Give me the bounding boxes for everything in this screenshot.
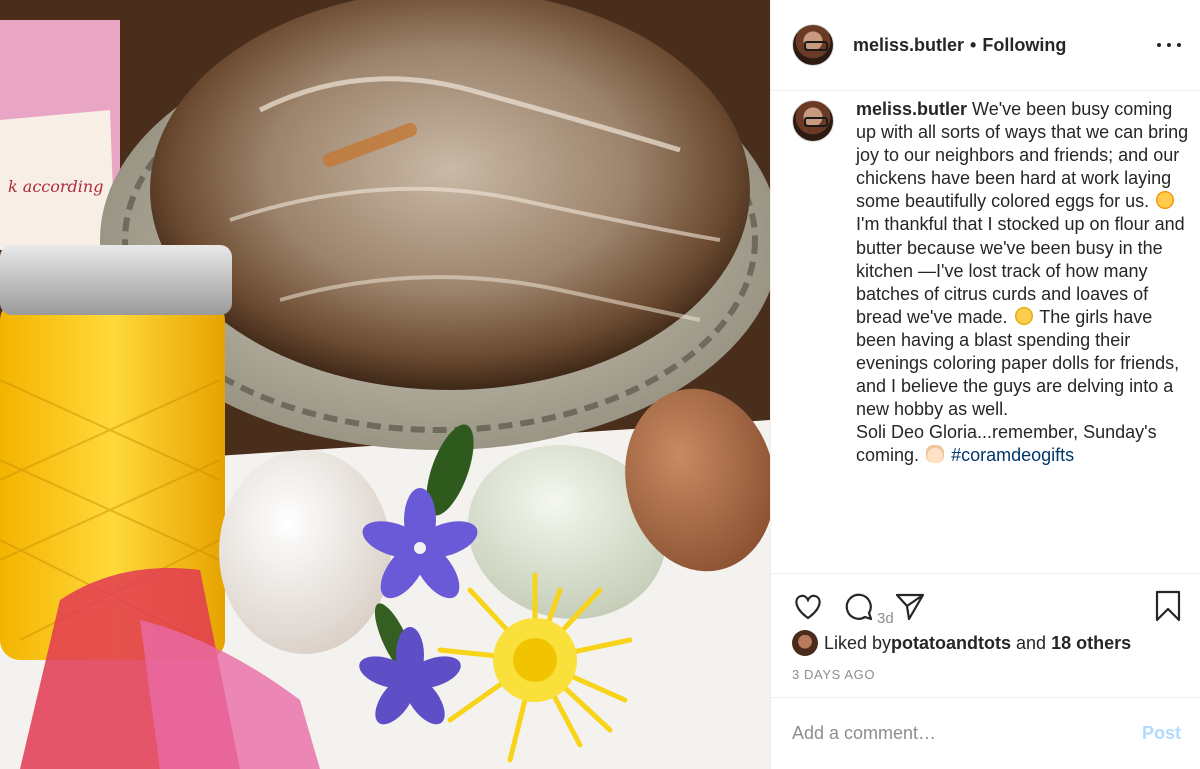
bookmark-icon[interactable] <box>1152 590 1184 622</box>
likes-others-link[interactable]: 18 others <box>1051 633 1131 654</box>
comment-input[interactable] <box>792 723 1142 744</box>
post-header: meliss.butler • Following <box>771 0 1200 91</box>
svg-text:k according: k according <box>8 177 103 196</box>
action-bar <box>771 573 1200 638</box>
follow-status-button[interactable]: Following <box>982 35 1066 56</box>
likes-prefix: Liked by <box>824 632 892 653</box>
header-separator: • <box>970 34 977 55</box>
post-image-illustration: k according <box>0 0 770 769</box>
comment-bubble-icon[interactable] <box>843 590 875 622</box>
liker-username[interactable]: potatoandtots <box>891 633 1011 654</box>
post-date[interactable]: 3 DAYS AGO <box>792 667 875 682</box>
heart-icon[interactable] <box>792 590 824 622</box>
caption-avatar[interactable] <box>792 100 834 142</box>
post-comment-button[interactable]: Post <box>1142 723 1181 744</box>
likes-summary: Liked by potatoandtots and 18 others <box>792 630 1131 656</box>
caption-text: meliss.butler We've been busy coming up … <box>856 98 1191 468</box>
avatar[interactable] <box>792 24 834 66</box>
paper-plane-icon[interactable] <box>894 590 926 622</box>
comment-form: Post <box>771 697 1200 769</box>
raising-hands-icon <box>926 445 945 464</box>
post-photo[interactable]: k according <box>0 0 770 769</box>
likes-and: and <box>1011 632 1052 653</box>
tears-of-joy-icon <box>1014 306 1033 325</box>
post-details-panel: meliss.butler • Following meliss.butler … <box>770 0 1200 769</box>
caption-username[interactable]: meliss.butler <box>856 99 967 119</box>
header-username[interactable]: meliss.butler <box>853 35 964 56</box>
more-options-icon[interactable] <box>1157 35 1181 55</box>
liker-avatar[interactable] <box>792 630 818 656</box>
smiling-face-with-hearts-icon <box>1156 191 1175 210</box>
hashtag-link[interactable]: #coramdeogifts <box>951 445 1074 465</box>
